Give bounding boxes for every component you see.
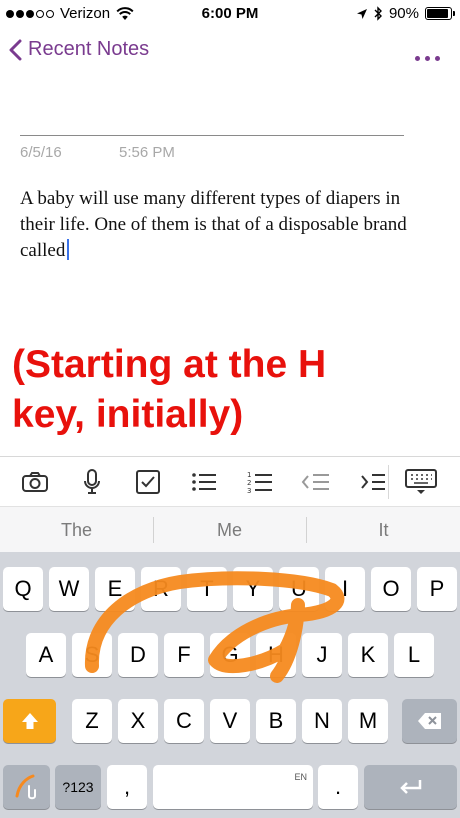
key-e[interactable]: E [95,567,135,611]
key-d[interactable]: D [118,633,158,677]
navigation-bar: Recent Notes [0,30,460,74]
period-key[interactable]: . [318,765,358,809]
key-y[interactable]: Y [233,567,273,611]
camera-icon[interactable] [18,465,52,499]
space-language-label: EN [294,772,307,782]
key-t[interactable]: T [187,567,227,611]
key-j[interactable]: J [302,633,342,677]
keyboard: ?123 , EN . QWERTYUIOP ASDFGHJKL ZXCVBNM [0,552,460,818]
key-w[interactable]: W [49,567,89,611]
note-body-text: A baby will use many different types of … [20,188,407,261]
note-time: 5:56 PM [119,144,175,161]
battery-fill [427,9,448,18]
space-key[interactable]: EN [153,765,313,809]
bluetooth-icon [374,6,382,21]
key-m[interactable]: M [348,699,388,743]
svg-text:3: 3 [247,487,251,494]
key-o[interactable]: O [371,567,411,611]
prediction-2[interactable]: Me [153,507,306,553]
key-a[interactable]: A [26,633,66,677]
status-right: 90% [356,5,455,22]
key-p[interactable]: P [417,567,457,611]
status-bar: Verizon 6:00 PM 90% [0,0,460,28]
title-underline [20,135,404,136]
battery-percentage: 90% [388,5,419,22]
location-arrow-icon [356,8,367,19]
text-cursor [67,239,70,260]
annotation-line-1: (Starting at the H [12,343,327,386]
numbered-list-icon[interactable]: 123 [243,465,277,499]
return-arrow-icon [399,780,421,794]
chevron-left-icon [9,39,22,60]
prediction-bar: The Me It [0,506,460,552]
note-date: 6/5/16 [20,144,62,161]
shift-arrow-icon [21,713,38,729]
comma-key[interactable]: , [107,765,147,809]
microphone-icon[interactable] [75,465,109,499]
outdent-icon[interactable] [299,465,333,499]
key-r[interactable]: R [141,567,181,611]
key-g[interactable]: G [210,633,250,677]
key-b[interactable]: B [256,699,296,743]
key-u[interactable]: U [279,567,319,611]
prediction-3[interactable]: It [307,507,460,553]
prediction-1[interactable]: The [0,507,153,553]
key-s[interactable]: S [72,633,112,677]
shift-key[interactable] [3,699,56,743]
key-q[interactable]: Q [3,567,43,611]
key-f[interactable]: F [164,633,204,677]
more-options-icon[interactable] [415,56,440,61]
annotation-line-2: key, initially) [12,393,244,436]
instruction-annotation: (Starting at the H key, initially) [12,340,452,440]
key-k[interactable]: K [348,633,388,677]
back-button-label: Recent Notes [28,38,150,60]
key-l[interactable]: L [394,633,434,677]
numbers-key[interactable]: ?123 [55,765,101,809]
bullet-list-icon[interactable] [187,465,221,499]
svg-text:2: 2 [247,479,251,487]
battery-icon [425,7,455,20]
swype-logo-icon [15,774,36,800]
key-i[interactable]: I [325,567,365,611]
swype-key[interactable] [3,765,50,809]
toolbar-divider [388,465,389,499]
key-h[interactable]: H [256,633,296,677]
key-c[interactable]: C [164,699,204,743]
backspace-icon [417,713,441,729]
backspace-key[interactable] [402,699,457,743]
keyboard-hide-icon[interactable] [404,465,438,499]
formatting-toolbar: 123 [0,456,460,506]
back-button[interactable]: Recent Notes [8,38,149,61]
key-n[interactable]: N [302,699,342,743]
checkbox-icon[interactable] [131,465,165,499]
indent-icon[interactable] [355,465,389,499]
key-v[interactable]: V [210,699,250,743]
note-body[interactable]: A baby will use many different types of … [20,186,420,264]
svg-text:1: 1 [247,471,251,479]
return-key[interactable] [364,765,457,809]
key-x[interactable]: X [118,699,158,743]
key-z[interactable]: Z [72,699,112,743]
